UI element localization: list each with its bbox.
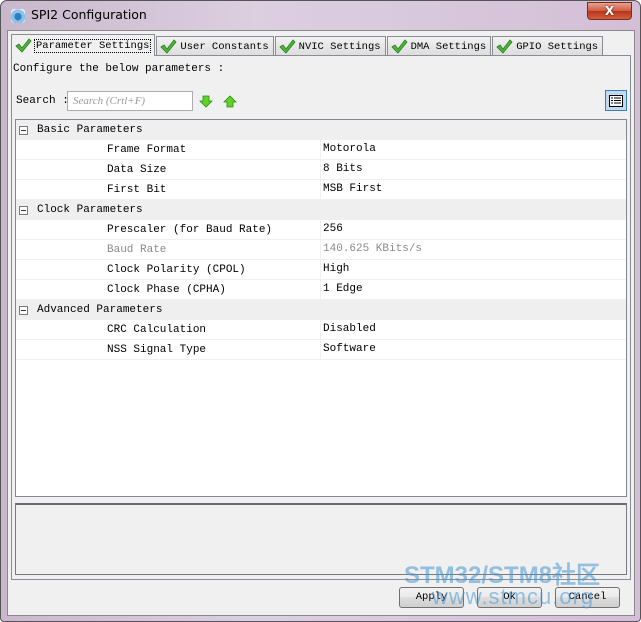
- property-value[interactable]: MSB First: [320, 180, 626, 199]
- app-cube-icon: [11, 9, 25, 23]
- view-toggle-button[interactable]: [605, 90, 627, 111]
- property-row: Baud Rate 140.625 KBits/s: [16, 240, 626, 260]
- tab-label: User Constants: [180, 40, 269, 53]
- category-name: Clock Parameters: [37, 204, 143, 216]
- property-name: Prescaler (for Baud Rate): [107, 223, 273, 236]
- property-value[interactable]: High: [320, 260, 626, 279]
- tab-label: GPIO Settings: [516, 40, 599, 53]
- property-value[interactable]: Disabled: [320, 320, 626, 339]
- property-value[interactable]: 8 Bits: [320, 160, 626, 179]
- property-row[interactable]: Data Size 8 Bits: [16, 160, 626, 180]
- description-panel: [15, 503, 627, 575]
- collapse-icon[interactable]: [19, 125, 28, 135]
- property-row[interactable]: CRC Calculation Disabled: [16, 320, 626, 340]
- tab-gpio-settings[interactable]: GPIO Settings: [492, 36, 604, 56]
- property-row[interactable]: First Bit MSB First: [16, 180, 626, 200]
- property-row[interactable]: Clock Polarity (CPOL) High: [16, 260, 626, 280]
- arrow-up-icon[interactable]: [223, 95, 237, 108]
- search-input[interactable]: [67, 91, 193, 111]
- property-row[interactable]: NSS Signal Type Software: [16, 340, 626, 360]
- parameter-settings-panel: Configure the below parameters : Search …: [11, 55, 631, 580]
- property-name: Frame Format: [107, 143, 187, 156]
- check-icon: [279, 39, 296, 54]
- tab-user-constants[interactable]: User Constants: [156, 36, 274, 56]
- property-grid: Basic Parameters Frame Format Motorola D…: [15, 119, 627, 497]
- title-bar: SPI2 Configuration X: [1, 1, 640, 31]
- cancel-button[interactable]: Cancel: [555, 587, 620, 608]
- property-value[interactable]: 1 Edge: [320, 280, 626, 299]
- tab-parameter-settings[interactable]: Parameter Settings: [11, 34, 156, 56]
- tab-dma-settings[interactable]: DMA Settings: [386, 36, 492, 56]
- window-title: SPI2 Configuration: [31, 7, 147, 22]
- instruction-text: Configure the below parameters :: [13, 63, 225, 75]
- apply-button[interactable]: Apply: [399, 587, 464, 608]
- category-basic-parameters[interactable]: Basic Parameters: [16, 120, 626, 140]
- property-name: Data Size: [107, 163, 167, 176]
- property-name: NSS Signal Type: [107, 343, 207, 356]
- property-row[interactable]: Prescaler (for Baud Rate) 256: [16, 220, 626, 240]
- category-clock-parameters[interactable]: Clock Parameters: [16, 200, 626, 220]
- dialog-client-area: Parameter Settings User Constants NVIC S…: [7, 30, 635, 616]
- category-advanced-parameters[interactable]: Advanced Parameters: [16, 300, 626, 320]
- check-icon: [15, 38, 32, 53]
- property-value[interactable]: Motorola: [320, 140, 626, 159]
- property-value: 140.625 KBits/s: [320, 240, 626, 259]
- check-icon: [160, 39, 177, 54]
- category-name: Advanced Parameters: [37, 304, 163, 316]
- tab-nvic-settings[interactable]: NVIC Settings: [274, 36, 386, 56]
- property-name: Clock Polarity (CPOL): [107, 263, 246, 276]
- tab-label: DMA Settings: [410, 40, 487, 53]
- property-value[interactable]: Software: [320, 340, 626, 359]
- collapse-icon[interactable]: [19, 205, 28, 215]
- category-name: Basic Parameters: [37, 124, 143, 136]
- tab-label: Parameter Settings: [33, 38, 152, 53]
- spi2-configuration-dialog: SPI2 Configuration X Parameter Settings …: [0, 0, 641, 622]
- property-name: CRC Calculation: [107, 323, 207, 336]
- close-button[interactable]: X: [587, 2, 632, 20]
- property-name: Clock Phase (CPHA): [107, 283, 226, 296]
- property-value[interactable]: 256: [320, 220, 626, 239]
- check-icon: [496, 39, 513, 54]
- collapse-icon[interactable]: [19, 305, 28, 315]
- property-row[interactable]: Frame Format Motorola: [16, 140, 626, 160]
- search-label: Search :: [16, 95, 69, 107]
- ok-button[interactable]: Ok: [477, 587, 542, 608]
- property-row[interactable]: Clock Phase (CPHA) 1 Edge: [16, 280, 626, 300]
- property-name: Baud Rate: [107, 243, 167, 256]
- tab-strip: Parameter Settings User Constants NVIC S…: [11, 34, 604, 56]
- list-view-icon: [609, 94, 623, 107]
- tab-label: NVIC Settings: [298, 40, 381, 53]
- check-icon: [390, 39, 408, 54]
- property-name: First Bit: [107, 183, 167, 196]
- arrow-down-icon[interactable]: [199, 95, 213, 108]
